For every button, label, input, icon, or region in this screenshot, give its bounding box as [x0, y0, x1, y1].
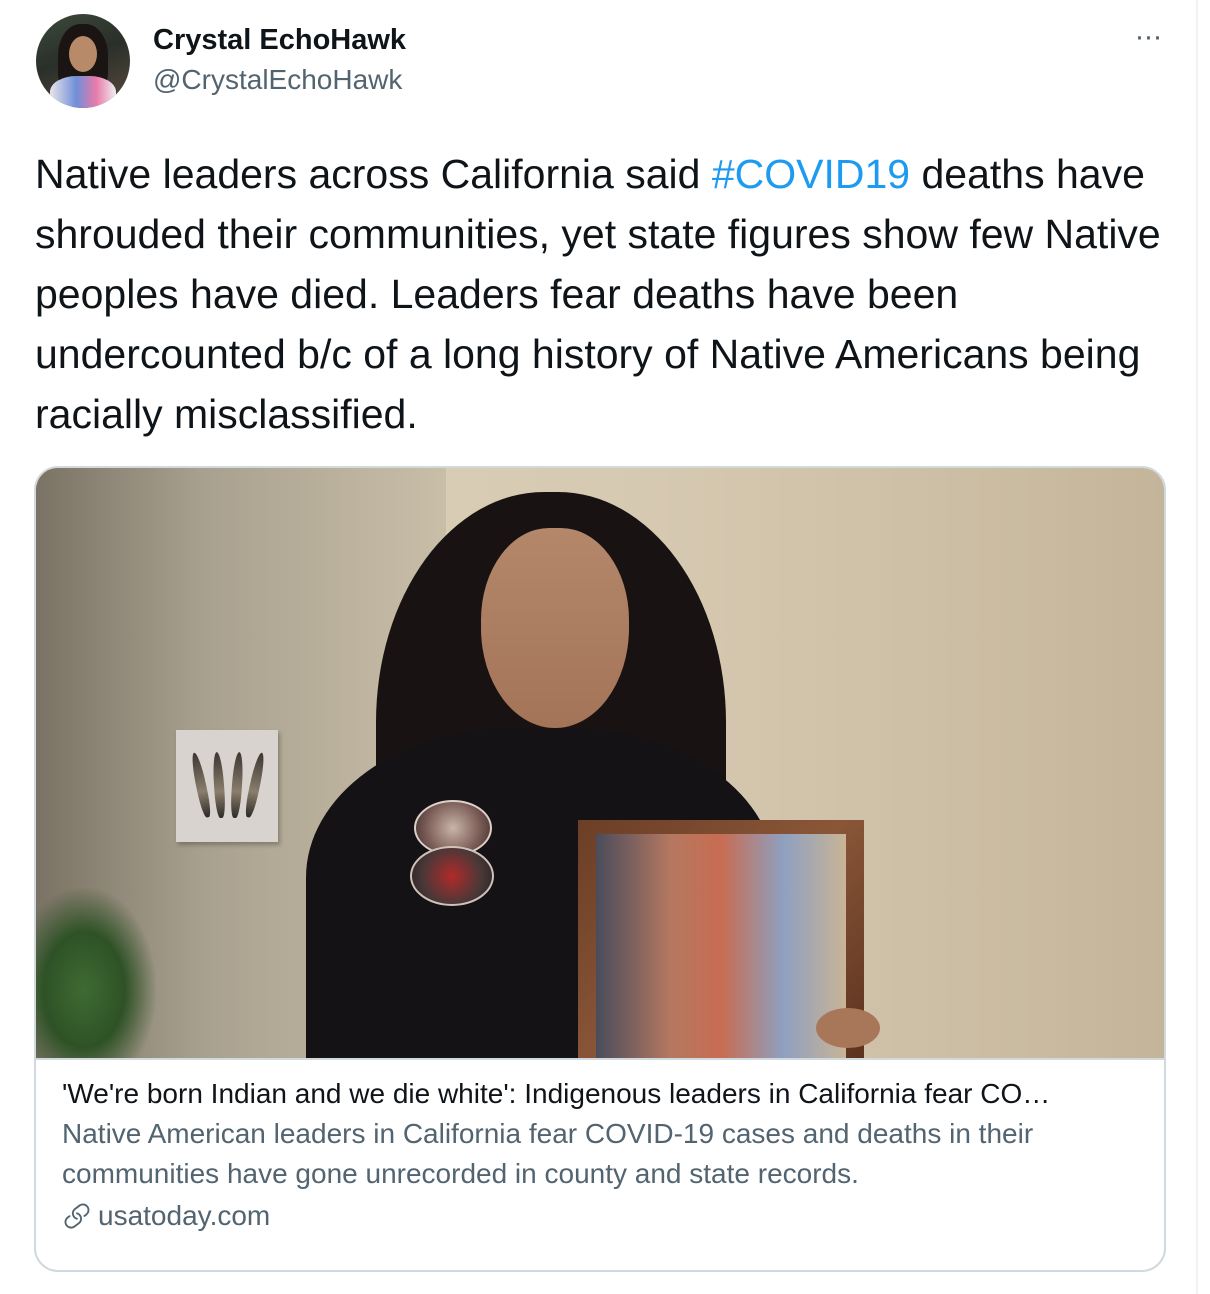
photo-framed-photo [596, 834, 846, 1058]
card-info[interactable]: 'We're born Indian and we die white': In… [36, 1058, 1164, 1236]
link-card[interactable]: 'We're born Indian and we die white': In… [34, 466, 1166, 1272]
link-icon [62, 1201, 92, 1231]
hashtag-link[interactable]: #COVID19 [712, 151, 910, 197]
card-image[interactable] [36, 468, 1164, 1058]
avatar-body [50, 76, 116, 108]
more-options-icon[interactable]: ··· [1128, 22, 1168, 58]
avatar-face [69, 36, 97, 72]
photo-wall-art [176, 730, 278, 842]
card-domain-text[interactable]: usatoday.com [98, 1196, 270, 1236]
card-description[interactable]: Native American leaders in California fe… [62, 1114, 1138, 1194]
photo-feather [243, 751, 267, 819]
author-handle[interactable]: @CrystalEchoHawk [153, 64, 402, 96]
tweet-text: Native leaders across California said #C… [35, 144, 1175, 444]
photo-feather [229, 751, 245, 819]
photo-memorial-pin [410, 846, 494, 906]
photo-person-face [481, 528, 629, 728]
photo-plant [36, 888, 156, 1058]
tweet-container: Crystal EchoHawk @CrystalEchoHawk ··· Na… [0, 0, 1198, 1294]
avatar[interactable] [36, 14, 130, 108]
card-title[interactable]: 'We're born Indian and we die white': In… [62, 1074, 1138, 1114]
card-domain[interactable]: usatoday.com [62, 1196, 1138, 1236]
author-name[interactable]: Crystal EchoHawk [153, 24, 406, 57]
photo-hand [816, 1008, 880, 1048]
tweet-text-part: Native leaders across California said [35, 151, 712, 197]
photo-feather [189, 751, 213, 819]
photo-feather [211, 751, 227, 819]
